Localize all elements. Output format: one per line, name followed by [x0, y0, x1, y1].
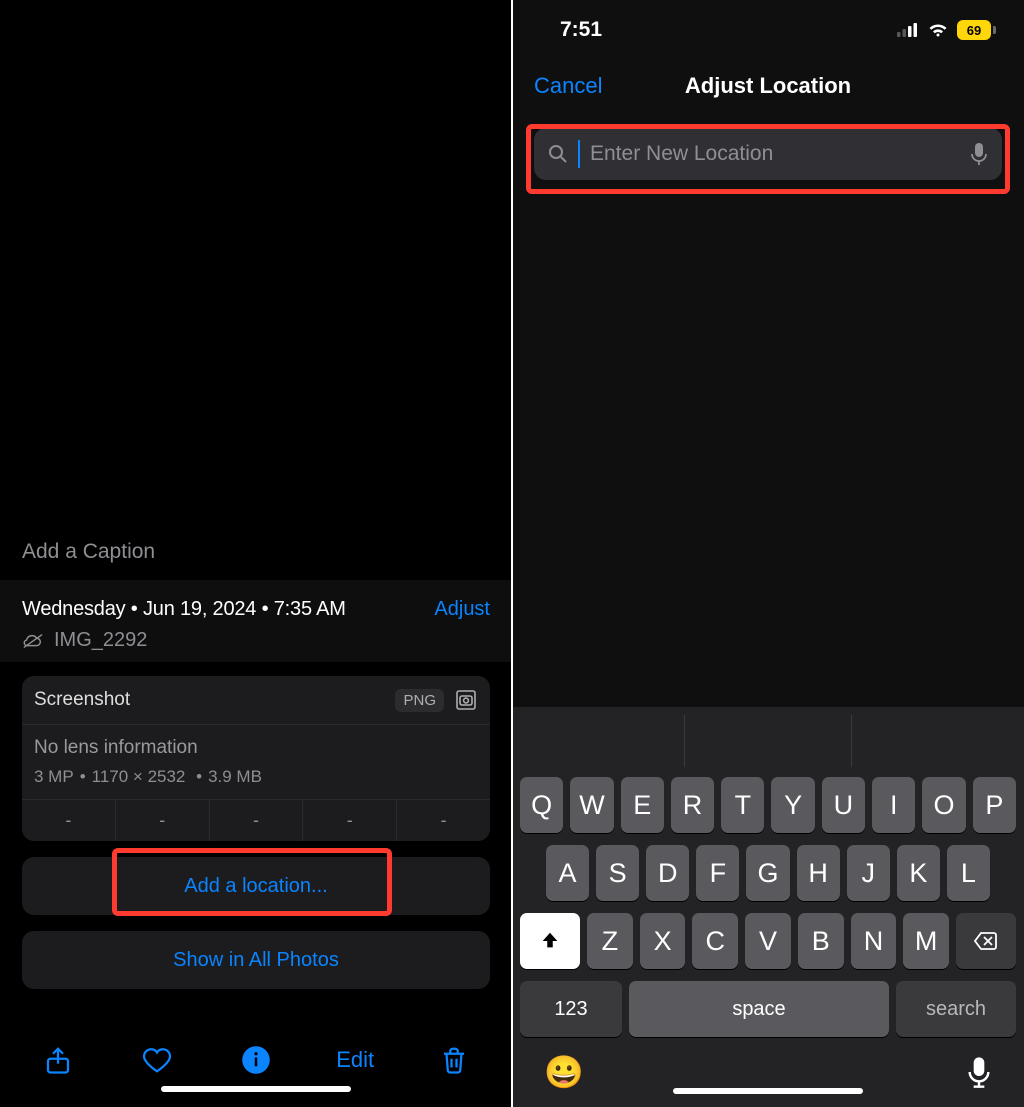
- caption-input[interactable]: Add a Caption: [0, 524, 512, 580]
- photo-preview[interactable]: [0, 0, 512, 524]
- dash-cell: -: [303, 800, 397, 841]
- home-indicator: [161, 1086, 351, 1092]
- suggestion-cell[interactable]: [518, 715, 685, 767]
- text-cursor: [578, 140, 580, 168]
- lens-info: No lens information: [22, 725, 490, 763]
- date-time-text: Wednesday • Jun 19, 2024 • 7:35 AM: [22, 598, 346, 621]
- numbers-key[interactable]: 123: [520, 981, 622, 1037]
- cellular-icon: [897, 22, 919, 38]
- suggestion-bar: [518, 715, 1018, 767]
- key-m[interactable]: M: [903, 913, 949, 969]
- key-c[interactable]: C: [692, 913, 738, 969]
- dictation-icon[interactable]: [970, 142, 988, 166]
- search-icon: [548, 144, 568, 164]
- shift-key[interactable]: [520, 913, 580, 969]
- show-in-all-photos-button[interactable]: Show in All Photos: [22, 931, 490, 989]
- dash-row: - - - - -: [22, 799, 490, 841]
- key-a[interactable]: A: [546, 845, 589, 901]
- dash-cell: -: [116, 800, 210, 841]
- key-u[interactable]: U: [822, 777, 865, 833]
- key-row-1: Q W E R T Y U I O P: [518, 777, 1018, 833]
- favorite-button[interactable]: [127, 1030, 187, 1090]
- key-g[interactable]: G: [746, 845, 789, 901]
- image-stats: 3 MP • 1170 × 2532 • 3.9 MB: [22, 763, 490, 799]
- key-s[interactable]: S: [596, 845, 639, 901]
- dot-separator: •: [191, 767, 202, 787]
- key-t[interactable]: T: [721, 777, 764, 833]
- filename-text: IMG_2292: [54, 629, 147, 652]
- cloud-off-icon: [22, 632, 44, 650]
- key-row-4: 123 space search: [518, 981, 1018, 1037]
- adjust-location-pane: 7:51 69 Cancel Adjust Location: [512, 0, 1024, 1107]
- filetype-badge: PNG: [395, 689, 444, 712]
- cancel-button[interactable]: Cancel: [534, 73, 602, 99]
- wifi-icon: [927, 22, 949, 38]
- key-d[interactable]: D: [646, 845, 689, 901]
- home-indicator: [673, 1088, 863, 1094]
- key-e[interactable]: E: [621, 777, 664, 833]
- camera-icon: [454, 688, 478, 712]
- dot-separator: •: [80, 767, 86, 787]
- key-q[interactable]: Q: [520, 777, 563, 833]
- edit-button[interactable]: Edit: [325, 1030, 385, 1090]
- backspace-key[interactable]: [956, 913, 1016, 969]
- info-button[interactable]: [226, 1030, 286, 1090]
- key-n[interactable]: N: [851, 913, 897, 969]
- key-w[interactable]: W: [570, 777, 613, 833]
- key-row-2: A S D F G H J K L: [518, 845, 1018, 901]
- meta-title: Screenshot: [34, 689, 130, 711]
- share-button[interactable]: [28, 1030, 88, 1090]
- key-v[interactable]: V: [745, 913, 791, 969]
- add-location-label: Add a location...: [184, 875, 327, 898]
- vertical-divider: [511, 0, 513, 1107]
- key-k[interactable]: K: [897, 845, 940, 901]
- caption-placeholder: Add a Caption: [22, 540, 155, 564]
- key-l[interactable]: L: [947, 845, 990, 901]
- location-search-input[interactable]: Enter New Location: [534, 128, 1002, 180]
- delete-button[interactable]: [424, 1030, 484, 1090]
- keyboard: Q W E R T Y U I O P A S D F G H J K L: [512, 707, 1024, 1107]
- key-i[interactable]: I: [872, 777, 915, 833]
- dimensions: 1170 × 2532: [92, 767, 186, 787]
- status-bar: 7:51 69: [512, 0, 1024, 56]
- key-h[interactable]: H: [797, 845, 840, 901]
- sheet-header: Cancel Adjust Location: [512, 56, 1024, 116]
- key-b[interactable]: B: [798, 913, 844, 969]
- suggestion-cell[interactable]: [852, 715, 1018, 767]
- bottom-toolbar: Edit: [0, 1013, 512, 1107]
- dash-cell: -: [397, 800, 490, 841]
- filesize: 3.9 MB: [208, 767, 262, 787]
- dash-cell: -: [210, 800, 304, 841]
- suggestion-cell[interactable]: [685, 715, 852, 767]
- show-all-label: Show in All Photos: [173, 949, 339, 972]
- key-j[interactable]: J: [847, 845, 890, 901]
- metadata-card: Screenshot PNG No lens information 3 MP …: [22, 676, 490, 841]
- status-time: 7:51: [560, 18, 602, 42]
- battery-level: 69: [957, 20, 991, 40]
- adjust-button[interactable]: Adjust: [434, 598, 490, 621]
- info-section: Wednesday • Jun 19, 2024 • 7:35 AM Adjus…: [0, 580, 512, 662]
- key-y[interactable]: Y: [771, 777, 814, 833]
- photo-info-pane: Add a Caption Wednesday • Jun 19, 2024 •…: [0, 0, 512, 1107]
- dash-cell: -: [22, 800, 116, 841]
- sheet-title: Adjust Location: [685, 73, 851, 99]
- key-z[interactable]: Z: [587, 913, 633, 969]
- mic-button[interactable]: [966, 1056, 992, 1088]
- search-key[interactable]: search: [896, 981, 1016, 1037]
- battery-indicator: 69: [957, 20, 996, 40]
- key-row-3: Z X C V B N M: [518, 913, 1018, 969]
- key-r[interactable]: R: [671, 777, 714, 833]
- edit-label: Edit: [336, 1047, 374, 1073]
- key-f[interactable]: F: [696, 845, 739, 901]
- megapixels: 3 MP: [34, 767, 74, 787]
- search-placeholder: Enter New Location: [590, 142, 960, 166]
- add-location-button[interactable]: Add a location...: [22, 857, 490, 915]
- emoji-button[interactable]: 😀: [544, 1053, 584, 1091]
- key-p[interactable]: P: [973, 777, 1016, 833]
- space-key[interactable]: space: [629, 981, 889, 1037]
- key-x[interactable]: X: [640, 913, 686, 969]
- key-o[interactable]: O: [922, 777, 965, 833]
